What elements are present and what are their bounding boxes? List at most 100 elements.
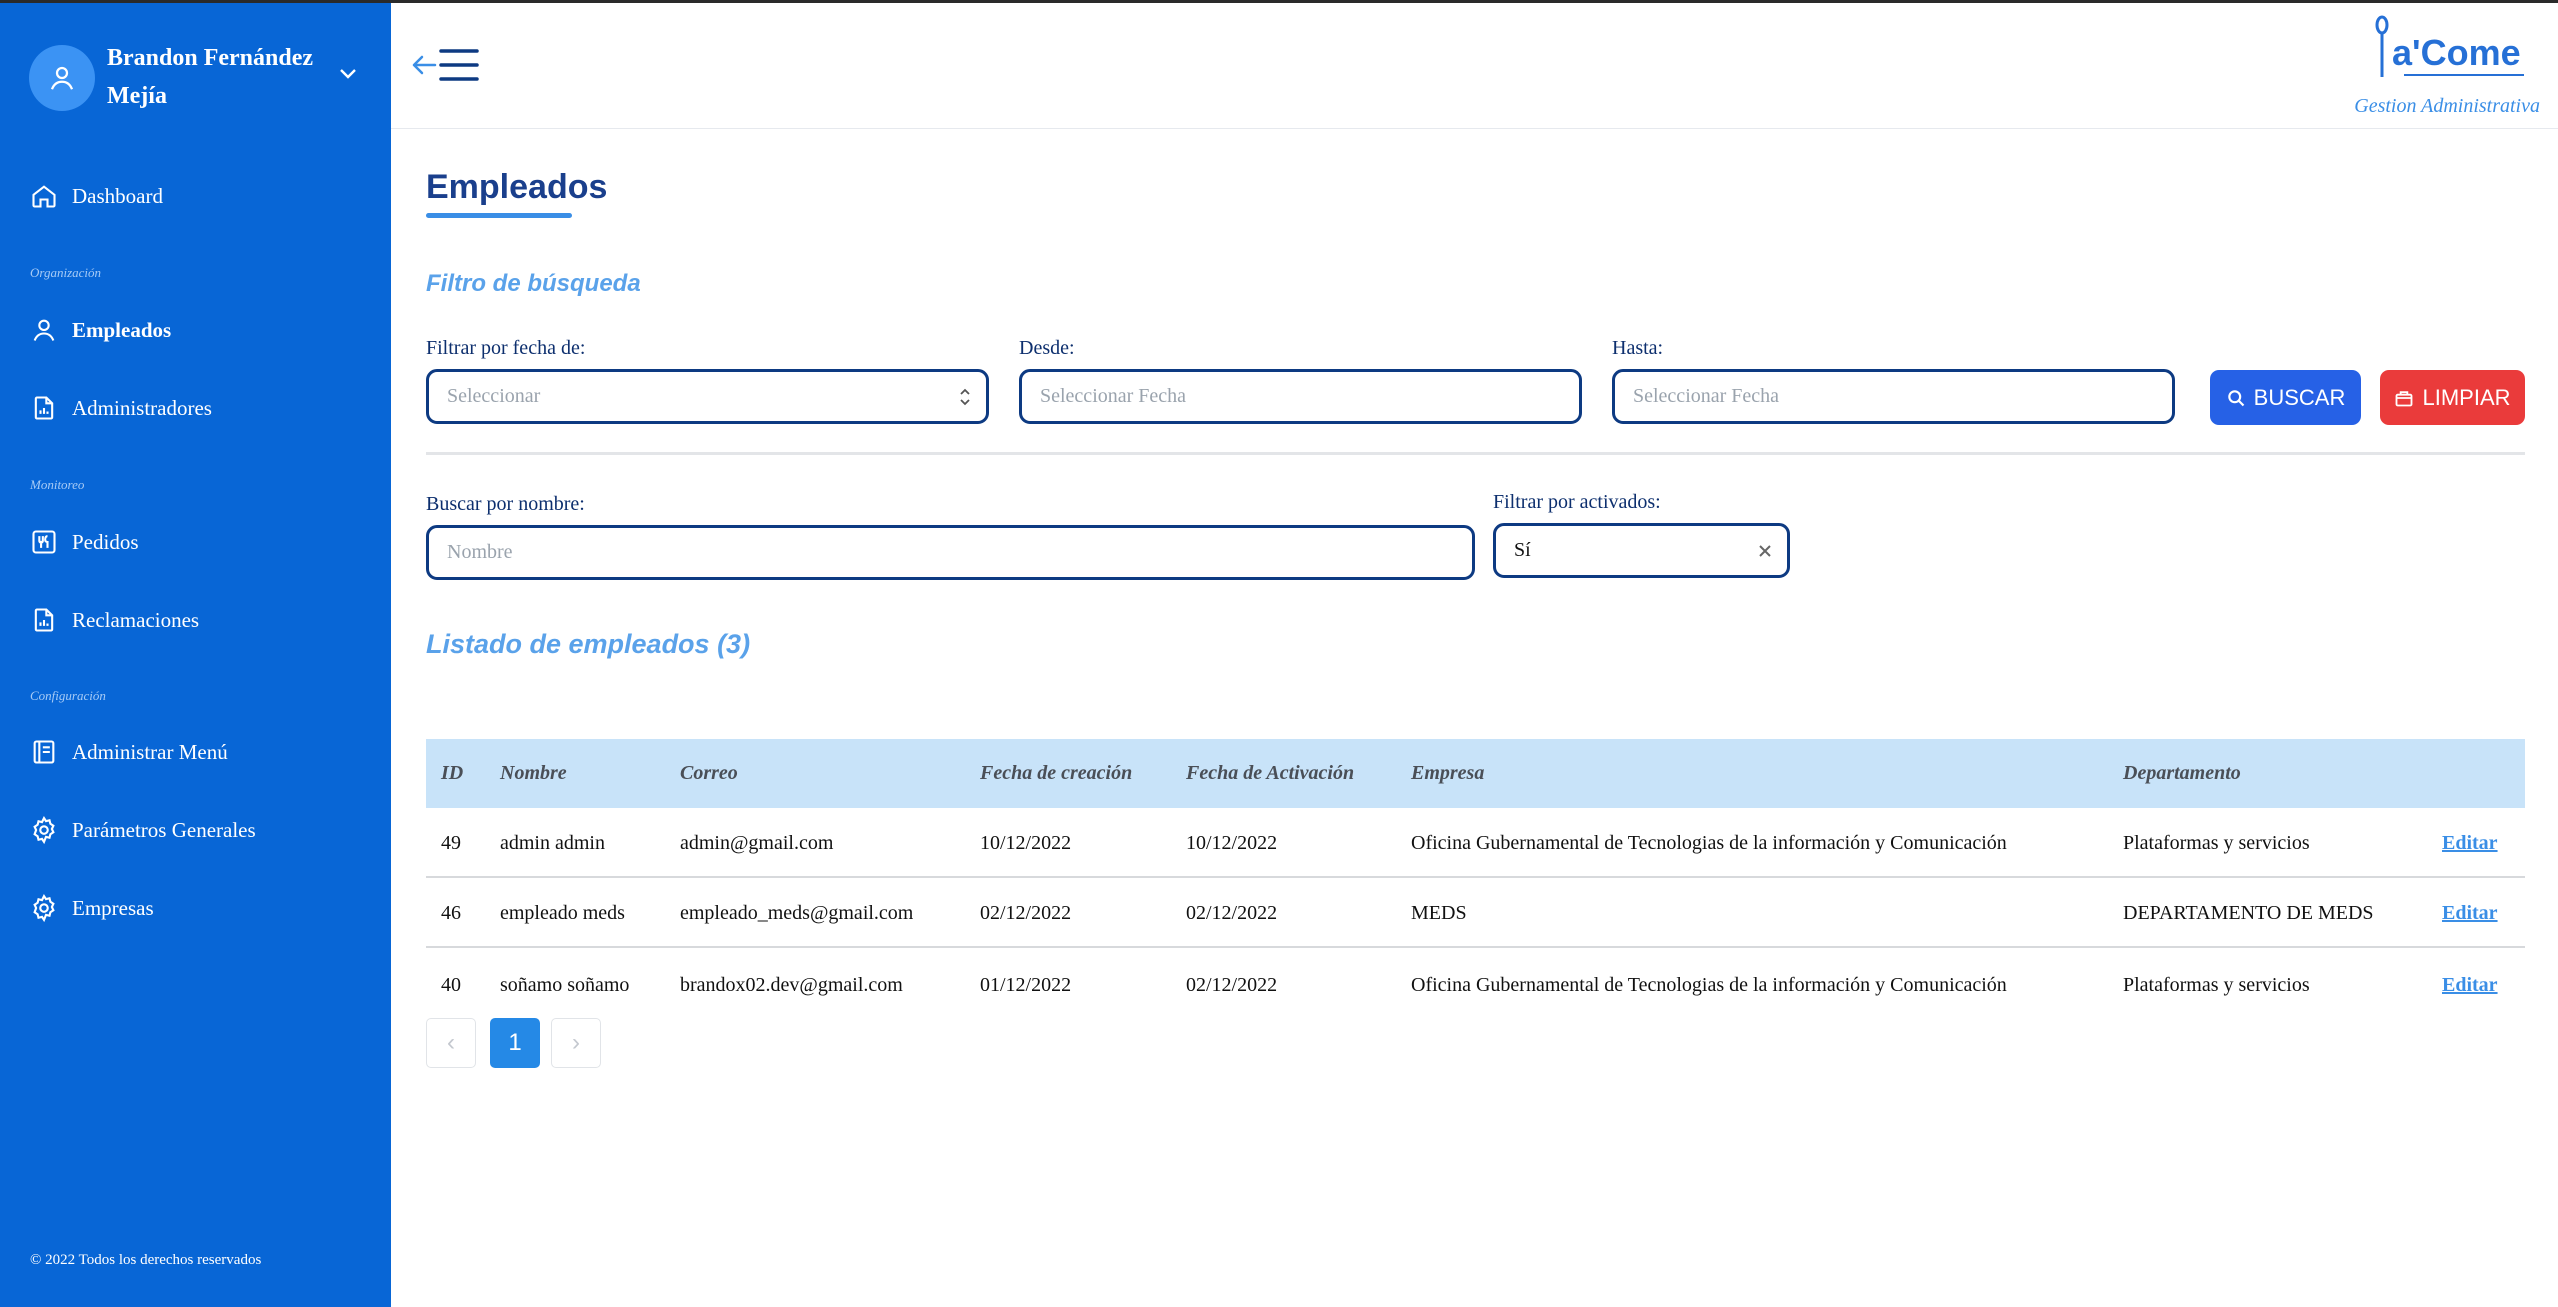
sidebar-item-empleados[interactable]: Empleados (29, 312, 171, 348)
clear-button[interactable]: LIMPIAR (2380, 370, 2525, 425)
cell-empresa: MEDS (1411, 901, 1467, 924)
active-filter-select[interactable]: Sí (1493, 523, 1790, 578)
cell-fecha-creacion: 01/12/2022 (980, 973, 1072, 996)
logo-text: a'Come (2392, 32, 2521, 73)
cell-empresa: Oficina Gubernamental de Tecnologias de … (1411, 831, 2007, 854)
pagination-page-button[interactable]: 1 (490, 1018, 540, 1068)
filter-section-title: Filtro de búsqueda (426, 270, 641, 297)
cell-nombre: admin admin (500, 831, 605, 854)
column-header-departamento[interactable]: Departamento (2123, 762, 2241, 785)
search-button[interactable]: BUSCAR (2210, 370, 2361, 425)
cell-fecha-activacion: 02/12/2022 (1186, 973, 1278, 996)
active-filter-value: Sí (1514, 539, 1531, 561)
select-arrows-icon (960, 388, 970, 405)
sidebar-item-label: Administradores (72, 395, 212, 420)
column-header-nombre[interactable]: Nombre (500, 762, 567, 785)
sidebar-item-reclamaciones[interactable]: Reclamaciones (29, 602, 199, 638)
pagination-prev-button[interactable]: ‹ (426, 1018, 476, 1068)
clear-button-label: LIMPIAR (2422, 384, 2511, 410)
column-header-fecha-creacion[interactable]: Fecha de creación (980, 762, 1132, 785)
table-row: 49 admin admin admin@gmail.com 10/12/202… (426, 808, 2525, 878)
cell-id: 40 (441, 973, 461, 996)
from-date-label: Desde: (1019, 337, 1075, 359)
sidebar-item-dashboard[interactable]: Dashboard (29, 178, 163, 214)
cell-fecha-creacion: 10/12/2022 (980, 831, 1072, 854)
avatar[interactable] (29, 45, 95, 111)
cell-correo: admin@gmail.com (680, 831, 834, 854)
table-row: 46 empleado meds empleado_meds@gmail.com… (426, 878, 2525, 948)
column-header-fecha-activacion[interactable]: Fecha de Activación (1186, 762, 1354, 785)
copyright-text: © 2022 Todos los derechos reservados (30, 1252, 262, 1268)
section-label-monitoreo: Monitoreo (30, 477, 85, 492)
cell-fecha-activacion: 02/12/2022 (1186, 901, 1278, 924)
sidebar-item-label: Empresas (72, 895, 154, 920)
edit-link[interactable]: Editar (2442, 974, 2498, 997)
gear-icon (29, 815, 59, 845)
edit-link[interactable]: Editar (2442, 832, 2498, 855)
page-title: Empleados (426, 168, 608, 206)
sidebar-item-empresas[interactable]: Empresas (29, 890, 154, 926)
cell-nombre: empleado meds (500, 901, 625, 924)
sidebar-item-label: Reclamaciones (72, 607, 200, 632)
sidebar-item-parametros-generales[interactable]: Parámetros Generales (29, 812, 256, 848)
search-icon (2227, 389, 2244, 406)
sidebar-item-administrar-menu[interactable]: Administrar Menú (29, 734, 228, 770)
column-header-empresa[interactable]: Empresa (1411, 762, 1484, 785)
cell-nombre: soñamo soñamo (500, 973, 630, 996)
column-header-id[interactable]: ID (441, 762, 463, 785)
sidebar-item-label: Administrar Menú (72, 739, 228, 764)
section-label-organizacion: Organización (30, 265, 102, 280)
date-type-select[interactable]: Seleccionar (426, 369, 989, 424)
menu-book-icon (29, 737, 59, 767)
cell-correo: empleado_meds@gmail.com (680, 901, 914, 924)
home-icon (29, 181, 59, 211)
section-label-configuracion: Configuración (30, 688, 106, 703)
filter-divider (426, 452, 2525, 455)
sidebar: Brandon Fernández Mejía Dashboard Organi… (0, 3, 391, 1307)
employees-table: ID Nombre Correo Fecha de creación Fecha… (426, 739, 2525, 996)
edit-link[interactable]: Editar (2442, 902, 2498, 925)
report-icon (29, 393, 59, 423)
from-date-placeholder: Seleccionar Fecha (1040, 385, 1187, 407)
sidebar-item-pedidos[interactable]: Pedidos (29, 524, 139, 560)
table-row: 40 soñamo soñamo brandox02.dev@gmail.com… (426, 950, 2525, 1020)
sidebar-item-label: Empleados (72, 317, 172, 342)
app-subtitle: Gestion Administrativa (2354, 95, 2540, 117)
pagination-next-button[interactable]: › (551, 1018, 601, 1068)
date-type-placeholder: Seleccionar (447, 385, 541, 407)
app-logo: a'Come (2375, 15, 2524, 77)
search-button-label: BUSCAR (2253, 384, 2346, 410)
sidebar-item-label: Pedidos (72, 529, 139, 554)
user-icon (29, 315, 59, 345)
cell-id: 46 (441, 901, 461, 924)
cell-departamento: Plataformas y servicios (2123, 831, 2310, 854)
menu-toggle-icon[interactable] (411, 43, 483, 87)
gear-icon (29, 893, 59, 923)
sidebar-item-administradores[interactable]: Administradores (29, 390, 212, 426)
cell-fecha-activacion: 10/12/2022 (1186, 831, 1278, 854)
from-date-input[interactable]: Seleccionar Fecha (1019, 369, 1582, 424)
name-search-input[interactable]: Nombre (426, 525, 1475, 580)
top-bar: a'Come Gestion Administrativa (391, 3, 2558, 129)
name-search-placeholder: Nombre (447, 541, 513, 563)
to-date-input[interactable]: Seleccionar Fecha (1612, 369, 2175, 424)
close-icon[interactable] (1757, 543, 1773, 559)
title-underline (426, 213, 572, 218)
chevron-down-icon[interactable] (338, 67, 358, 81)
cell-id: 49 (441, 831, 461, 854)
sidebar-item-label: Dashboard (72, 183, 163, 208)
date-type-label: Filtrar por fecha de: (426, 337, 586, 359)
report-icon (29, 605, 59, 635)
utensils-icon (29, 527, 59, 557)
name-search-label: Buscar por nombre: (426, 493, 585, 515)
cell-correo: brandox02.dev@gmail.com (680, 973, 903, 996)
clear-icon (2396, 390, 2413, 406)
sidebar-item-label: Parámetros Generales (72, 817, 256, 842)
cell-departamento: Plataformas y servicios (2123, 973, 2310, 996)
to-date-label: Hasta: (1612, 337, 1664, 359)
column-header-correo[interactable]: Correo (680, 762, 738, 785)
user-avatar-icon (50, 66, 74, 90)
cell-departamento: DEPARTAMENTO DE MEDS (2123, 901, 2374, 924)
user-name[interactable]: Brandon Fernández Mejía (107, 39, 337, 115)
to-date-placeholder: Seleccionar Fecha (1633, 385, 1780, 407)
